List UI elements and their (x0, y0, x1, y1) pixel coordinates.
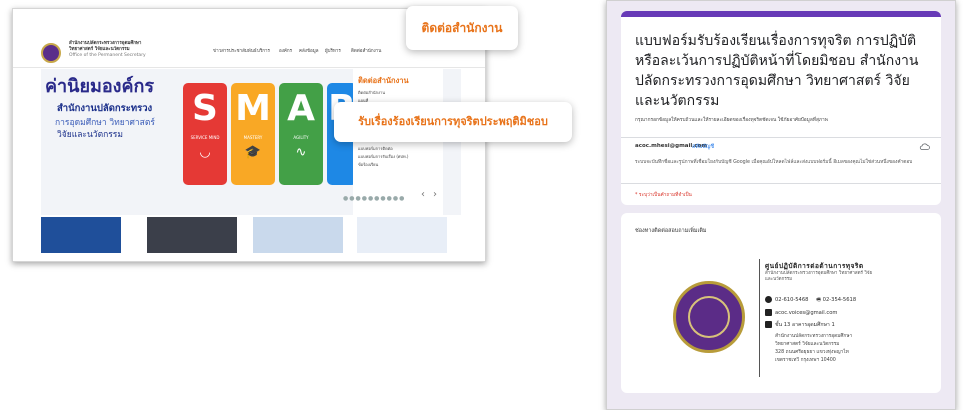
menu-item-complaint-form[interactable]: แบบฟอร์มการรับเรื่อง (ศปท.) (358, 153, 408, 160)
form-description: กรุณากรอกข้อมูลให้ครบถ้วนและให้รายละเอีย… (635, 118, 828, 123)
banner-title: ค่านิยมองค์กร (45, 76, 155, 97)
center-subtitle: สำนักงานปลัดกระทรวงการอุดมศึกษา วิทยาศาส… (765, 271, 873, 282)
callout-contact-office: ติดต่อสำนักงาน (406, 6, 518, 50)
email-line: acoc.voices@gmail.com (765, 309, 837, 316)
switch-account-link[interactable]: สลับบัญชี (692, 143, 714, 151)
nav-organization[interactable]: องค์กร (279, 47, 292, 54)
phone-number: 02-610-5468 (775, 297, 809, 303)
contact-section-label: ช่องทางติดต่อสอบถามเพิ่มเติม (635, 228, 707, 234)
address-line-3: วิทยาศาสตร์ วิจัยและนวัตกรรม (775, 342, 840, 347)
menu-heading[interactable]: ติดต่อสำนักงาน (358, 75, 409, 87)
required-indicator: * ระบุว่าเป็นคำถามที่จำเป็น (635, 193, 692, 198)
building-icon (765, 321, 772, 328)
address-line-5: เขตราชเทวี กรุงเทพฯ 10400 (775, 358, 836, 363)
header-divider (13, 67, 485, 68)
ministry-logo (41, 43, 61, 63)
address-block: สำนักงานปลัดกระทรวงการอุดมศึกษา วิทยาศาส… (775, 333, 915, 365)
smile-icon: ◡ (199, 145, 211, 160)
banner-subtitle-3: วิจัยและนวัตกรรม (57, 130, 123, 140)
card-caption: SERVICE MIND (190, 135, 220, 140)
google-form-screenshot: แบบฟอร์มรับร้องเรียนเรื่องการทุจริต การป… (606, 0, 956, 410)
address-line-1: ชั้น 13 อาคารอุดมศึกษา 1 (775, 322, 835, 328)
anti-corruption-seal (673, 281, 745, 353)
phone-icon (765, 296, 772, 303)
thumbnail-4[interactable] (357, 217, 447, 253)
contact-divider-line (759, 259, 760, 377)
value-card-s: S SERVICE MIND ◡ (183, 83, 227, 185)
form-divider (621, 183, 941, 184)
callout-corruption-complaints: รับเรื่องร้องเรียนการทุจริตประพฤติมิชอบ (334, 102, 572, 142)
fax-number: 02-354-5618 (822, 297, 857, 303)
thumbnail-1[interactable] (41, 217, 121, 253)
address-line: ชั้น 13 อาคารอุดมศึกษา 1 (765, 321, 835, 329)
site-org-name: สำนักงานปลัดกระทรวงการอุดมศึกษา วิทยาศาส… (69, 41, 179, 59)
form-privacy-note: ระบบจะบันทึกชื่อและรูปภาพที่เชื่อมโยงกับ… (635, 160, 913, 165)
nav-contact[interactable]: ติดต่อสำนักงาน (351, 47, 381, 54)
cloud-icon (919, 143, 930, 150)
address-line-4: 328 ถนนศรีอยุธยา แขวงทุ่งพญาไท (775, 350, 849, 355)
org-name-line3: Office of the Permanent Secretary (69, 53, 146, 58)
nav-news[interactable]: ข่าวสารประชาสัมพันธ์ (213, 47, 257, 54)
graduation-cap-icon: 🎓 (244, 145, 262, 160)
address-line-2: สำนักงานปลัดกระทรวงการอุดมศึกษา (775, 334, 853, 339)
carousel-prev-icon[interactable]: ‹ (421, 189, 425, 200)
card-letter: M (235, 88, 271, 129)
fax-icon: 🖷 (816, 297, 822, 303)
card-letter: A (287, 88, 315, 129)
menu-item-grievances[interactable]: ข้อร้องเรียน (358, 161, 378, 168)
carousel-dots[interactable]: ●●●●●●●●●● (343, 195, 405, 202)
center-title: ศูนย์ปฏิบัติการต่อต้านการทุจริต (765, 262, 864, 270)
menu-item-contact-form[interactable]: แบบฟอร์มการติดต่อ (358, 145, 393, 152)
nav-executives[interactable]: ผู้บริหาร (325, 47, 341, 54)
value-card-m: M MASTERY 🎓 (231, 83, 275, 185)
thumbnail-3[interactable] (253, 217, 343, 253)
card-caption: MASTERY (243, 135, 263, 140)
contact-email: acoc.voices@gmail.com (775, 310, 838, 316)
carousel-next-icon[interactable]: › (433, 189, 437, 200)
card-letter: S (192, 88, 218, 129)
seal-inner-ring (688, 296, 730, 338)
value-card-a: A AGILITY ∿ (279, 83, 323, 185)
menu-item-contact[interactable]: ติดต่อสำนักงาน (358, 89, 385, 96)
card-caption: AGILITY (293, 135, 309, 140)
form-title: แบบฟอร์มรับร้องเรียนเรื่องการทุจริต การป… (635, 33, 919, 109)
nav-data[interactable]: คลังข้อมูล (299, 47, 318, 54)
form-divider (621, 137, 941, 138)
nav-services[interactable]: บริการ (257, 47, 270, 54)
phone-fax-line: 02-610-5468 🖷 02-354-5618 (765, 296, 856, 305)
thumbnail-2[interactable] (147, 217, 237, 253)
mail-icon (765, 309, 772, 316)
banner-subtitle-1: สำนักงานปลัดกระทรวง (57, 103, 153, 114)
wave-icon: ∿ (295, 145, 307, 160)
